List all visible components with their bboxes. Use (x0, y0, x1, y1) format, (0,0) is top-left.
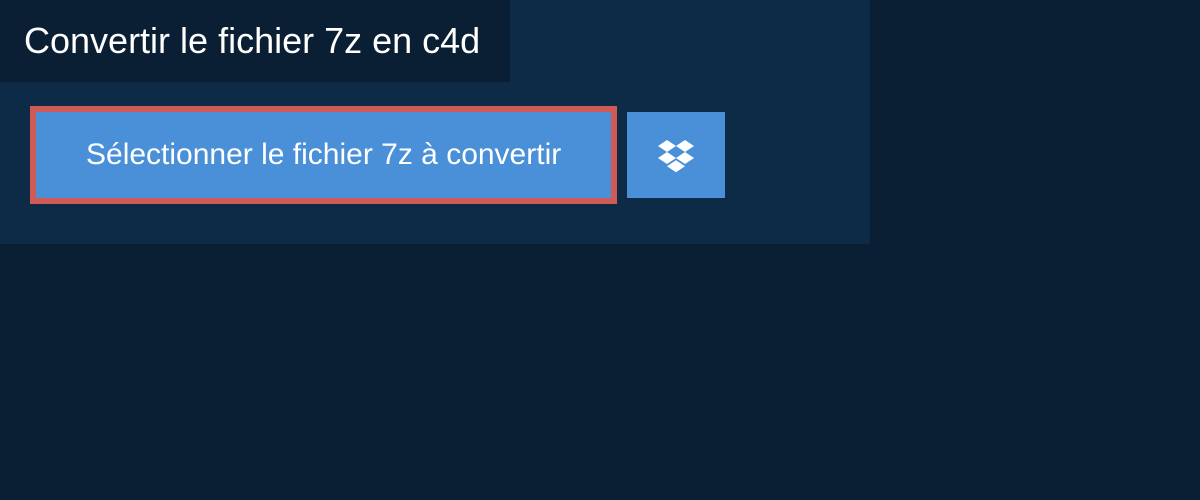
page-title: Convertir le fichier 7z en c4d (0, 0, 510, 82)
converter-panel: Convertir le fichier 7z en c4d Sélection… (0, 0, 870, 244)
dropbox-icon (658, 137, 694, 173)
select-file-highlight: Sélectionner le fichier 7z à convertir (30, 106, 617, 204)
select-file-button[interactable]: Sélectionner le fichier 7z à convertir (36, 112, 611, 198)
dropbox-button[interactable] (627, 112, 725, 198)
button-group: Sélectionner le fichier 7z à convertir (0, 82, 870, 204)
